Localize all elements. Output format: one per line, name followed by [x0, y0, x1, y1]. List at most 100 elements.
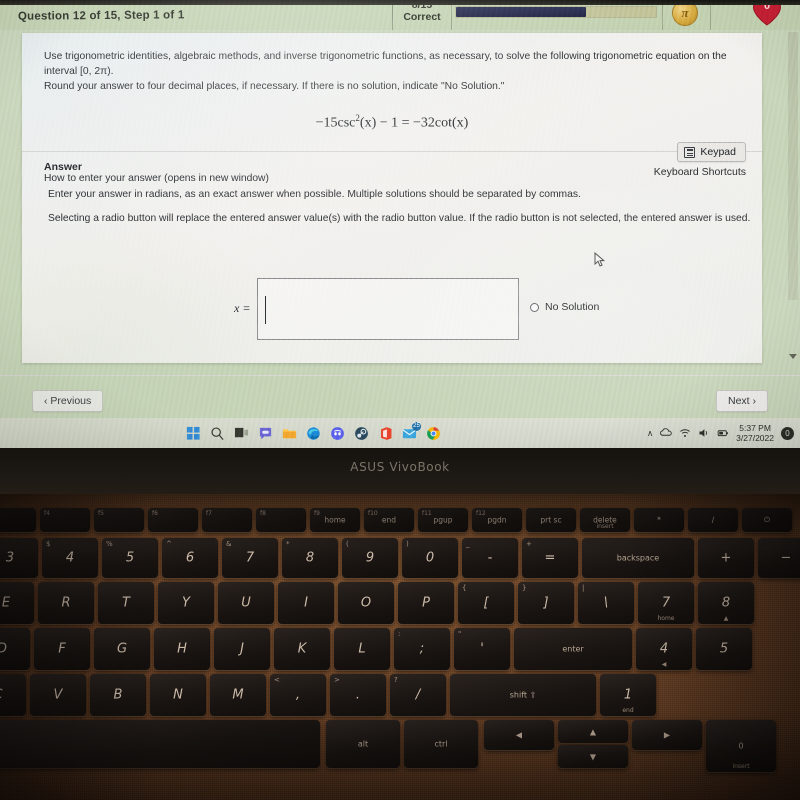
key-d[interactable]: D — [0, 628, 30, 670]
chrome-icon[interactable] — [426, 426, 441, 441]
key-c[interactable]: C — [0, 674, 26, 716]
keypad-button[interactable]: Keypad — [677, 142, 746, 162]
key-b[interactable]: B — [90, 674, 146, 716]
key-brightness-down-icon[interactable]: f5 — [94, 508, 144, 532]
windows-start-icon[interactable] — [186, 426, 201, 441]
key-e[interactable]: E — [0, 582, 34, 624]
edge-icon[interactable] — [306, 426, 321, 441]
steam-icon[interactable] — [354, 426, 369, 441]
tray-chevron-up-icon[interactable]: ∧ — [647, 428, 653, 439]
onedrive-icon[interactable] — [660, 427, 672, 439]
next-button[interactable]: Next › — [715, 390, 768, 412]
key-k[interactable]: K — [274, 628, 330, 670]
key-blank[interactable]: * — [634, 508, 684, 532]
key-blank[interactable]: | \ — [578, 582, 634, 624]
key-n[interactable]: N — [150, 674, 206, 716]
wifi-icon[interactable] — [679, 427, 691, 439]
key-blank[interactable]: ⏻ — [742, 508, 792, 532]
chat-icon[interactable] — [258, 426, 273, 441]
file-explorer-icon[interactable] — [282, 426, 297, 441]
key-prt-sc[interactable]: prt sc — [526, 508, 576, 532]
key-blank[interactable]: / — [688, 508, 738, 532]
previous-button[interactable]: ‹ Previous — [32, 390, 104, 412]
task-view-icon[interactable] — [234, 426, 249, 441]
key-blank[interactable]: :; — [394, 628, 450, 670]
key-r[interactable]: R — [38, 582, 94, 624]
key-p[interactable]: P — [398, 582, 454, 624]
key-blank[interactable] — [0, 720, 320, 768]
key-v[interactable]: V — [30, 674, 86, 716]
key-i[interactable]: I — [278, 582, 334, 624]
key-pgdn[interactable]: f12 pgdn — [472, 508, 522, 532]
key-o[interactable]: O — [338, 582, 394, 624]
key-blank[interactable]: ◀ — [484, 720, 554, 750]
key-blank[interactable]: + = — [522, 538, 578, 578]
key-8[interactable]: 8 ▲ — [698, 582, 754, 624]
key-enter[interactable]: enter — [514, 628, 632, 670]
key-project-display-icon[interactable]: f8 — [256, 508, 306, 532]
key-blank[interactable]: + — [698, 538, 754, 578]
key-delete[interactable]: delete insert — [580, 508, 630, 532]
key-y[interactable]: Y — [158, 582, 214, 624]
battery-icon[interactable] — [717, 427, 729, 439]
key-backspace[interactable]: backspace — [582, 538, 694, 578]
key-blank[interactable]: − — [758, 538, 800, 578]
scrollbar-thumb[interactable] — [788, 32, 798, 300]
key-6[interactable]: ^ 6 — [162, 538, 218, 578]
key-7[interactable]: & 7 — [222, 538, 278, 578]
scroll-down-arrow-icon[interactable] — [789, 354, 797, 359]
key-j[interactable]: J — [214, 628, 270, 670]
answer-input[interactable] — [257, 278, 519, 340]
key-3[interactable]: #3 — [0, 538, 38, 578]
key-0[interactable]: 0 insert — [706, 720, 776, 772]
key-alt[interactable]: alt — [326, 720, 400, 768]
key-1[interactable]: 1 end — [600, 674, 656, 716]
vertical-scrollbar[interactable] — [786, 30, 800, 375]
key-f[interactable]: F — [34, 628, 90, 670]
key-shift[interactable]: shift ⇧ — [450, 674, 596, 716]
key-g[interactable]: G — [94, 628, 150, 670]
key-7[interactable]: 7 home — [638, 582, 694, 624]
how-to-enter-link[interactable]: How to enter your answer (opens in new w… — [44, 173, 269, 184]
volume-icon[interactable] — [698, 427, 710, 439]
key-5[interactable]: 5 — [696, 628, 752, 670]
key-u[interactable]: U — [218, 582, 274, 624]
mail-icon[interactable]: 25 — [402, 421, 421, 441]
key-blank[interactable]: ▲ — [558, 720, 628, 743]
key-keyboard-backlight-down-icon[interactable]: f3 — [0, 508, 36, 532]
key-0[interactable]: ) 0 — [402, 538, 458, 578]
key-5[interactable]: % 5 — [102, 538, 158, 578]
key-m[interactable]: M — [210, 674, 266, 716]
key-4[interactable]: $4 — [42, 538, 98, 578]
key-h[interactable]: H — [154, 628, 210, 670]
key-l[interactable]: L — [334, 628, 390, 670]
key-blank[interactable]: >. — [330, 674, 386, 716]
key-ctrl[interactable]: ctrl — [404, 720, 478, 768]
key-blank[interactable]: ? / — [390, 674, 446, 716]
key-blank[interactable]: ▼ — [558, 745, 628, 768]
key-blank[interactable]: }] — [518, 582, 574, 624]
no-solution-radio[interactable] — [530, 302, 539, 312]
key-9[interactable]: (9 — [342, 538, 398, 578]
keyboard-shortcuts-link[interactable]: Keyboard Shortcuts — [654, 166, 746, 178]
key-pgup[interactable]: f11 pgup — [418, 508, 468, 532]
key-brightness-up-icon[interactable]: f6 — [148, 508, 198, 532]
key-8[interactable]: * 8 — [282, 538, 338, 578]
key-end[interactable]: f10 end — [364, 508, 414, 532]
key-blank[interactable]: " ' — [454, 628, 510, 670]
office-icon[interactable] — [378, 426, 393, 441]
key-home[interactable]: f9 home — [310, 508, 360, 532]
key-t[interactable]: T — [98, 582, 154, 624]
discord-icon[interactable] — [330, 426, 345, 441]
key-4[interactable]: 4 ◀ — [636, 628, 692, 670]
search-icon[interactable] — [210, 426, 225, 441]
key-keyboard-backlight-up-icon[interactable]: f4 — [40, 508, 90, 532]
key-blank[interactable]: {[ — [458, 582, 514, 624]
no-solution-option[interactable]: No Solution — [530, 301, 599, 313]
key-display-off-icon[interactable]: f7 — [202, 508, 252, 532]
key-blank[interactable]: _ - — [462, 538, 518, 578]
tray-clock[interactable]: 5:37 PM 3/27/2022 — [736, 423, 774, 443]
key-blank[interactable]: ▶ — [632, 720, 702, 750]
key-blank[interactable]: <, — [270, 674, 326, 716]
notification-badge[interactable]: 0 — [781, 426, 794, 440]
